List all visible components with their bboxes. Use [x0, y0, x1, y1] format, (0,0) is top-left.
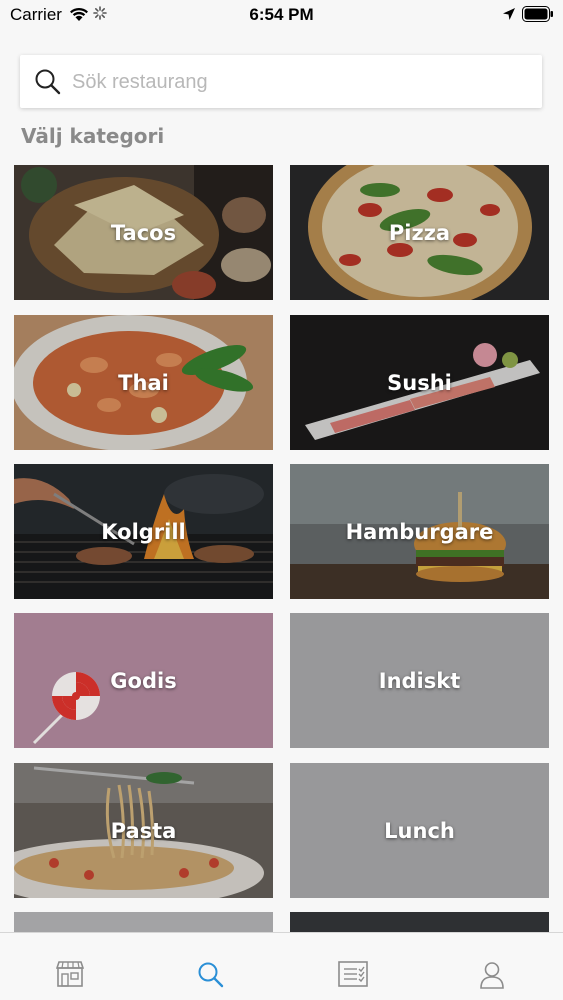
- category-tile-indiskt[interactable]: Indiskt: [290, 613, 549, 748]
- category-tile-pasta[interactable]: Pasta: [14, 763, 273, 898]
- tab-orders[interactable]: [282, 933, 422, 1000]
- tab-search[interactable]: [141, 933, 281, 1000]
- tab-bar: [0, 932, 563, 1000]
- category-tile-pizza[interactable]: Pizza: [290, 165, 549, 300]
- category-tile-hamburgare[interactable]: Hamburgare: [290, 464, 549, 599]
- category-label: Indiskt: [378, 668, 461, 693]
- category-label: Sushi: [387, 370, 452, 395]
- category-label: Pasta: [110, 818, 177, 843]
- category-tile-partial-left[interactable]: [14, 912, 273, 932]
- profile-icon: [480, 962, 504, 989]
- tab-profile[interactable]: [423, 933, 563, 1000]
- search-input[interactable]: [70, 63, 534, 101]
- category-label: Thai: [118, 370, 169, 395]
- category-tile-godis[interactable]: Godis: [14, 613, 273, 748]
- category-tile-tacos[interactable]: Tacos: [14, 165, 273, 300]
- section-title: Välj kategori: [21, 124, 165, 148]
- category-label: Tacos: [110, 220, 177, 245]
- category-tile-lunch[interactable]: Lunch: [290, 763, 549, 898]
- category-label: Kolgrill: [101, 519, 186, 544]
- category-label: Godis: [110, 668, 177, 693]
- category-tile-kolgrill[interactable]: Kolgrill: [14, 464, 273, 599]
- clock: 6:54 PM: [249, 5, 314, 24]
- category-tile-sushi[interactable]: Sushi: [290, 315, 549, 450]
- search-icon: [198, 962, 224, 988]
- category-label: Pizza: [388, 220, 451, 245]
- status-bar: Carrier 6:54 PM: [0, 0, 563, 30]
- category-tile-partial-right[interactable]: [290, 912, 549, 932]
- location-arrow-icon: [502, 7, 516, 26]
- search-icon: [34, 68, 62, 100]
- category-tile-thai[interactable]: Thai: [14, 315, 273, 450]
- category-label: Hamburgare: [345, 519, 494, 544]
- category-label: Lunch: [384, 818, 455, 843]
- battery-icon: [522, 6, 554, 27]
- screen: Carrier 6:54 PM Sök restaurang Välj kate…: [0, 0, 563, 1000]
- orders-icon: [338, 961, 368, 987]
- restaurants-icon: [56, 961, 84, 987]
- search-box[interactable]: [20, 55, 542, 108]
- tab-restaurants[interactable]: [0, 933, 140, 1000]
